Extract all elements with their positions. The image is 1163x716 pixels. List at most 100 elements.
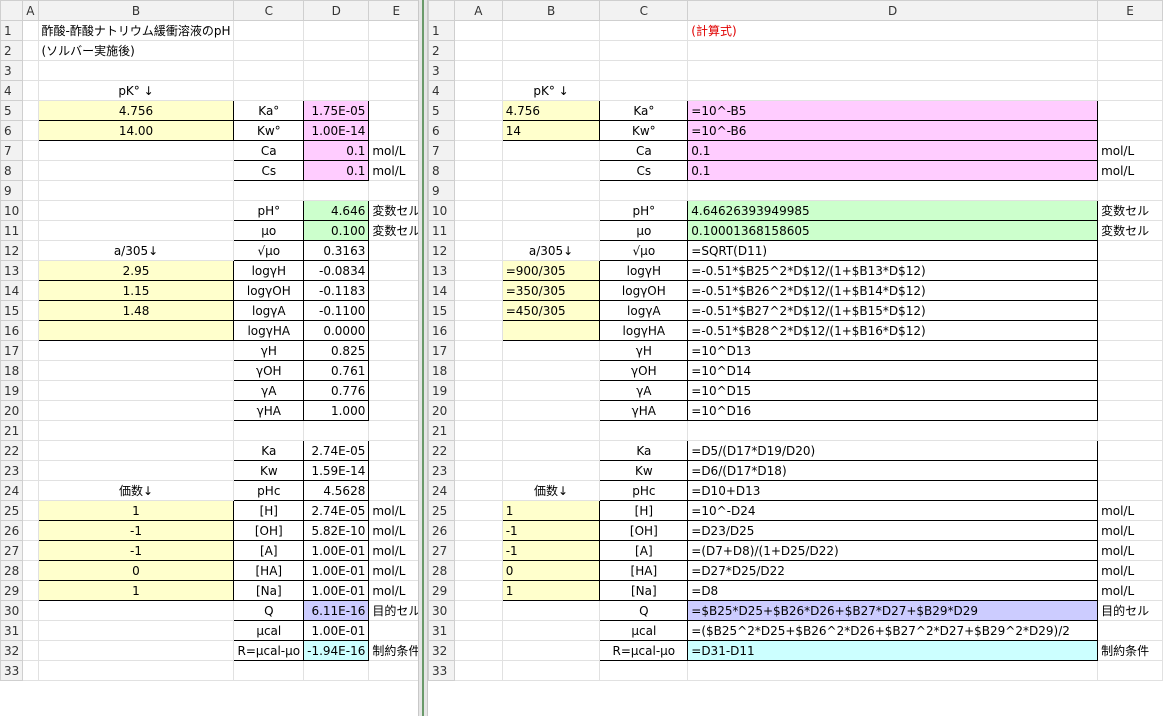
cell-C23[interactable]: Kw [233, 460, 305, 481]
row-header[interactable]: 7 [428, 140, 455, 161]
cell-A8[interactable] [453, 160, 503, 181]
cell-D17[interactable]: =10^D13 [687, 340, 1099, 361]
cell-C20[interactable]: γHA [599, 400, 689, 421]
cell-C10[interactable]: pH° [233, 200, 305, 221]
cell-B28[interactable]: 0 [501, 560, 601, 581]
cell-B30[interactable] [37, 600, 235, 621]
cell-E17[interactable] [1097, 340, 1163, 361]
cell-A3[interactable] [22, 60, 39, 81]
row-header[interactable]: 32 [428, 640, 455, 661]
cell-C1[interactable] [233, 20, 305, 41]
cell-A19[interactable] [22, 380, 39, 401]
cell-C28[interactable]: [HA] [233, 560, 305, 581]
cell-E22[interactable] [368, 440, 418, 461]
cell-A2[interactable] [453, 40, 503, 61]
cell-C1[interactable] [599, 20, 689, 41]
cell-D5[interactable]: 1.75E-05 [303, 100, 370, 121]
row-header[interactable]: 12 [428, 240, 455, 261]
row-header[interactable]: 9 [428, 180, 455, 201]
cell-B8[interactable] [37, 160, 235, 181]
cell-E31[interactable] [368, 620, 418, 641]
cell-D19[interactable]: =10^D15 [687, 380, 1099, 401]
column-header-C[interactable]: C [599, 0, 689, 21]
cell-D33[interactable] [687, 660, 1099, 681]
cell-B31[interactable] [37, 620, 235, 641]
cell-A22[interactable] [453, 440, 503, 461]
cell-C23[interactable]: Kw [599, 460, 689, 481]
cell-B24[interactable]: 価数↓ [37, 480, 235, 501]
cell-D3[interactable] [303, 60, 370, 81]
cell-D28[interactable]: 1.00E-01 [303, 560, 370, 581]
cell-B18[interactable] [501, 360, 601, 381]
cell-E33[interactable] [368, 660, 418, 681]
cell-D15[interactable]: -0.1100 [303, 300, 370, 321]
cell-B21[interactable] [37, 420, 235, 441]
cell-D21[interactable] [687, 420, 1099, 441]
row-header[interactable]: 6 [428, 120, 455, 141]
cell-C32[interactable]: R=μcal-μo [233, 640, 305, 661]
column-header-E[interactable]: E [1097, 0, 1163, 21]
cell-D9[interactable] [303, 180, 370, 201]
cell-D30[interactable]: 6.11E-16 [303, 600, 370, 621]
cell-E13[interactable] [1097, 260, 1163, 281]
cell-C20[interactable]: γHA [233, 400, 305, 421]
cell-A11[interactable] [22, 220, 39, 241]
row-header[interactable]: 5 [0, 100, 24, 121]
cell-C24[interactable]: pHc [599, 480, 689, 501]
cell-D26[interactable]: =D23/D25 [687, 520, 1099, 541]
cell-C14[interactable]: logγOH [599, 280, 689, 301]
cell-A31[interactable] [22, 620, 39, 641]
cell-E20[interactable] [368, 400, 418, 421]
cell-E8[interactable]: mol/L [368, 160, 418, 181]
cell-B12[interactable]: a/305↓ [37, 240, 235, 261]
cell-B26[interactable]: -1 [501, 520, 601, 541]
cell-C11[interactable]: μo [233, 220, 305, 241]
cell-B5[interactable]: 4.756 [501, 100, 601, 121]
row-header[interactable]: 16 [0, 320, 24, 341]
cell-A26[interactable] [22, 520, 39, 541]
row-header[interactable]: 13 [0, 260, 24, 281]
cell-D13[interactable]: =-0.51*$B25^2*D$12/(1+$B13*D$12) [687, 260, 1099, 281]
cell-C4[interactable] [599, 80, 689, 101]
cell-C33[interactable] [599, 660, 689, 681]
cell-A20[interactable] [22, 400, 39, 421]
cell-D29[interactable]: =D8 [687, 580, 1099, 601]
row-header[interactable]: 17 [428, 340, 455, 361]
cell-E28[interactable]: mol/L [1097, 560, 1163, 581]
cell-C28[interactable]: [HA] [599, 560, 689, 581]
cell-E20[interactable] [1097, 400, 1163, 421]
cell-A29[interactable] [453, 580, 503, 601]
cell-E29[interactable]: mol/L [1097, 580, 1163, 601]
cell-E3[interactable] [1097, 60, 1163, 81]
cell-A10[interactable] [22, 200, 39, 221]
cell-D23[interactable]: 1.59E-14 [303, 460, 370, 481]
cell-A11[interactable] [453, 220, 503, 241]
cell-C17[interactable]: γH [233, 340, 305, 361]
cell-A8[interactable] [22, 160, 39, 181]
cell-C9[interactable] [233, 180, 305, 201]
row-header[interactable]: 20 [0, 400, 24, 421]
cell-D26[interactable]: 5.82E-10 [303, 520, 370, 541]
cell-C27[interactable]: [A] [233, 540, 305, 561]
row-header[interactable]: 15 [0, 300, 24, 321]
cell-A15[interactable] [453, 300, 503, 321]
cell-D14[interactable]: -0.1183 [303, 280, 370, 301]
cell-A13[interactable] [453, 260, 503, 281]
row-header[interactable]: 12 [0, 240, 24, 261]
row-header[interactable]: 9 [0, 180, 24, 201]
cell-C32[interactable]: R=μcal-μo [599, 640, 689, 661]
row-header[interactable]: 4 [428, 80, 455, 101]
cell-E13[interactable] [368, 260, 418, 281]
cell-C15[interactable]: logγA [233, 300, 305, 321]
row-header[interactable]: 16 [428, 320, 455, 341]
cell-D20[interactable]: 1.000 [303, 400, 370, 421]
cell-A32[interactable] [453, 640, 503, 661]
cell-C30[interactable]: Q [599, 600, 689, 621]
cell-C7[interactable]: Ca [233, 140, 305, 161]
cell-E26[interactable]: mol/L [368, 520, 418, 541]
cell-B25[interactable]: 1 [37, 500, 235, 521]
cell-B19[interactable] [501, 380, 601, 401]
cell-E16[interactable] [1097, 320, 1163, 341]
column-header-A[interactable]: A [453, 0, 503, 21]
cell-E19[interactable] [1097, 380, 1163, 401]
